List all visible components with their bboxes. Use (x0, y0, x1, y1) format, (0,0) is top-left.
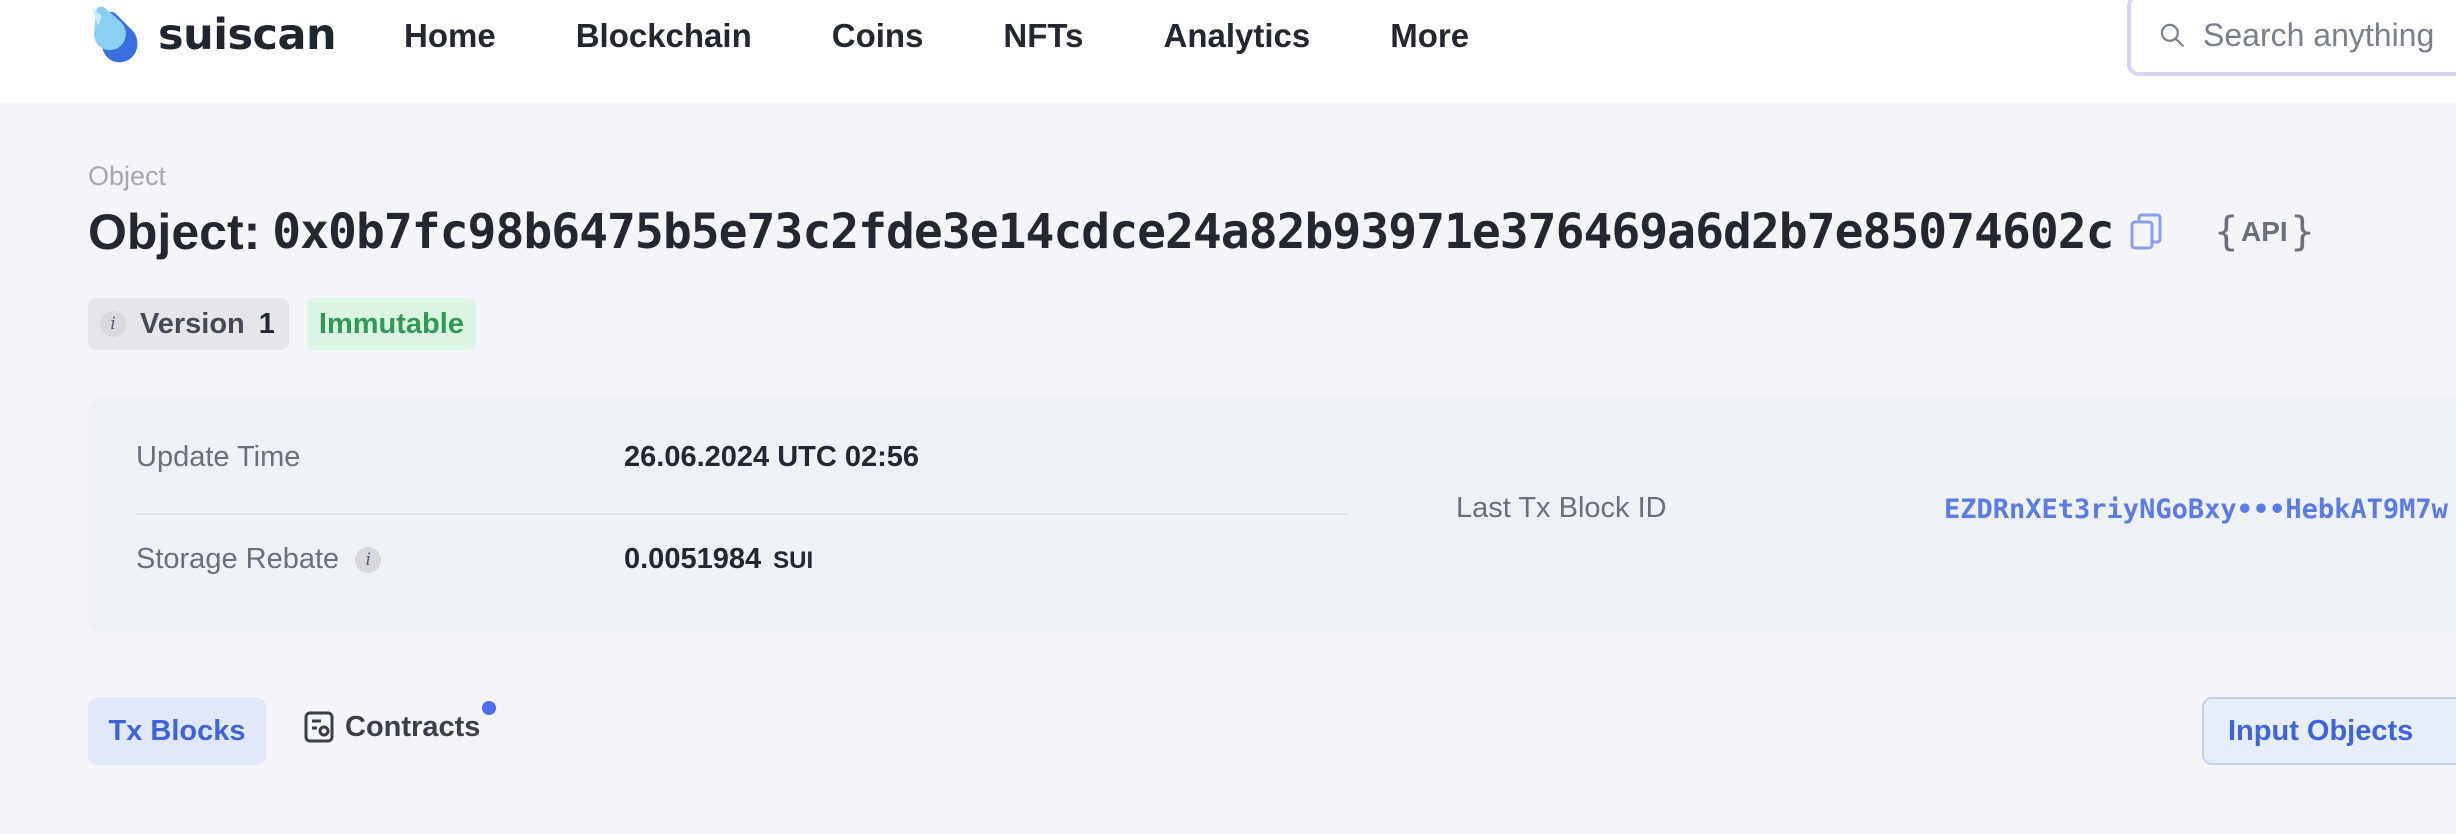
page-title: Object: 0x0b7fc98b6475b5e73c2fde3e14cdce… (88, 203, 2315, 261)
breadcrumb: Object (88, 161, 167, 191)
update-time-value: 26.06.2024 UTC 02:56 (624, 441, 920, 473)
contracts-icon (304, 711, 334, 743)
api-brace-close-icon: } (2289, 209, 2316, 255)
version-label: Version (140, 307, 245, 340)
object-badges: i Version 1 Immutable (88, 298, 476, 350)
main-nav: Home Blockchain Coins NFTs Analytics Mor… (404, 14, 1549, 58)
title-prefix: Object: (88, 204, 261, 260)
search-box[interactable] (2127, 0, 2456, 76)
last-tx-label: Last Tx Block ID (1456, 492, 1667, 524)
nav-more[interactable]: More (1390, 14, 1469, 58)
nav-coins[interactable]: Coins (832, 14, 924, 58)
last-tx-link[interactable]: EZDRnXEt3riyNGoBxy•••HebkAT9M7w (1944, 494, 2448, 525)
brand-name: suiscan (158, 10, 337, 60)
api-brace-open-icon: { (2213, 209, 2239, 255)
top-navigation: suiscan Home Blockchain Coins NFTs Analy… (0, 0, 2456, 103)
storage-rebate-info[interactable]: i (355, 547, 382, 574)
tab-tx-blocks[interactable]: Tx Blocks (88, 697, 266, 765)
storage-rebate-unit: SUI (773, 547, 814, 574)
suiscan-logo-icon (92, 6, 138, 63)
immutable-badge: Immutable (306, 298, 476, 350)
search-icon (2160, 23, 2184, 47)
tab-contracts[interactable]: Contracts (303, 710, 480, 744)
notification-dot (482, 701, 496, 715)
storage-rebate-label: Storage Rebate i (136, 543, 382, 576)
input-objects-button[interactable]: Input Objects (2202, 697, 2456, 765)
nav-analytics[interactable]: Analytics (1163, 14, 1310, 58)
storage-rebate-amount: 0.0051984 (624, 543, 762, 575)
nav-blockchain[interactable]: Blockchain (576, 14, 752, 58)
search-input[interactable] (2203, 16, 2456, 54)
brand-logo[interactable]: suiscan (88, 4, 337, 66)
version-badge: i Version 1 (88, 298, 289, 350)
tab-contracts-label: Contracts (345, 710, 481, 743)
storage-rebate-label-text: Storage Rebate (136, 543, 340, 575)
copy-icon[interactable] (2128, 212, 2164, 252)
info-icon[interactable]: i (100, 311, 126, 337)
update-time-label: Update Time (136, 441, 301, 473)
divider (136, 513, 1348, 515)
api-label: API (2241, 216, 2288, 247)
storage-rebate-value: 0.0051984 SUI (624, 543, 813, 576)
api-button[interactable]: { API } (2214, 209, 2316, 255)
object-id: 0x0b7fc98b6475b5e73c2fde3e14cdce24a82b93… (272, 204, 2114, 260)
info-icon: i (355, 547, 382, 574)
version-value: 1 (258, 307, 275, 340)
nav-home[interactable]: Home (404, 14, 496, 58)
nav-nfts[interactable]: NFTs (1003, 14, 1083, 58)
object-details-card: Update Time 26.06.2024 UTC 02:56 Storage… (88, 398, 2456, 632)
